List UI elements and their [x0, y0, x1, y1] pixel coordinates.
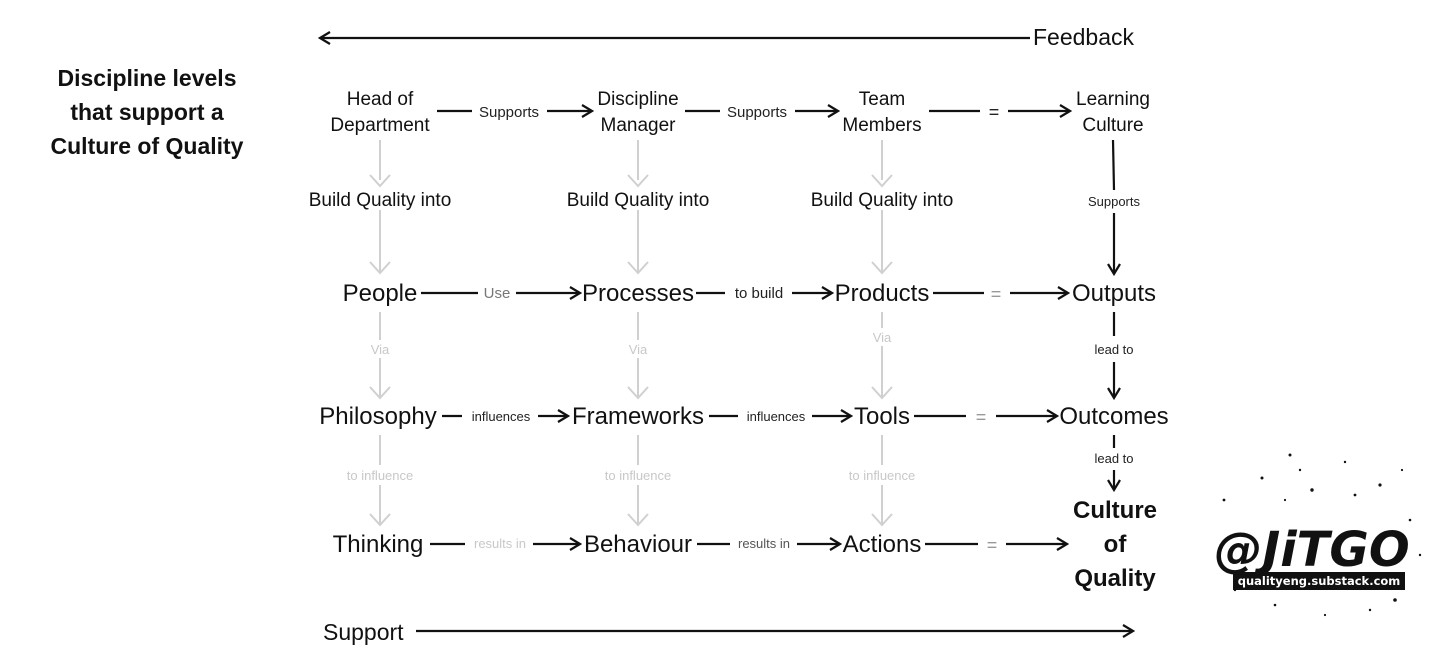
node-processes: Processes	[582, 280, 694, 307]
via-links: Via Via Via	[365, 312, 897, 400]
node-learning-culture-2: Culture	[1082, 115, 1143, 136]
node-team-members-1: Team	[859, 89, 905, 110]
node-outcomes: Outcomes	[1059, 403, 1168, 430]
node-thinking: Thinking	[333, 531, 424, 558]
edge-label-results-in-2: results in	[738, 536, 790, 551]
node-products: Products	[835, 280, 930, 307]
node-behaviour: Behaviour	[584, 531, 692, 558]
label-via-3: Via	[873, 330, 892, 345]
label-via-1: Via	[371, 342, 390, 357]
node-outputs: Outputs	[1072, 280, 1156, 307]
logo-handle: @JiTGO	[1214, 522, 1409, 578]
jitgo-logo: @JiTGO qualityeng.substack.com	[1214, 453, 1422, 617]
node-culture-of-quality-3: Quality	[1074, 565, 1156, 592]
edge-label-to-build: to build	[735, 285, 783, 302]
edge-label-influences-2: influences	[747, 409, 806, 424]
edge-label-lead-to-2: lead to	[1094, 451, 1133, 466]
to-influence-links: to influence to influence to influence	[335, 435, 927, 527]
node-actions: Actions	[843, 531, 922, 558]
row-deliverables: People Processes Products Outputs Use to…	[343, 280, 1156, 307]
feedback-label: Feedback	[1033, 24, 1135, 50]
node-discipline-manager-2: Manager	[601, 115, 677, 136]
node-culture-of-quality-2: of	[1104, 531, 1128, 558]
node-culture-of-quality-1: Culture	[1073, 497, 1157, 524]
edge-label-equals-1: =	[989, 102, 1000, 122]
node-tools: Tools	[854, 403, 910, 430]
support-label: Support	[323, 619, 404, 645]
row-approach: Philosophy Frameworks Tools Outcomes inf…	[319, 403, 1168, 430]
edge-label-supports-2: Supports	[727, 104, 787, 121]
node-head-of-department-2: Department	[330, 115, 430, 136]
logo-url: qualityeng.substack.com	[1238, 574, 1401, 588]
node-people: People	[343, 280, 418, 307]
edge-label-supports-1: Supports	[479, 104, 539, 121]
culture-of-quality-diagram: Discipline levels that support a Culture…	[51, 24, 1422, 645]
row-roles: Head of Department Discipline Manager Te…	[330, 89, 1150, 136]
edge-label-equals-2: =	[991, 284, 1002, 304]
edge-line	[1111, 139, 1116, 191]
row-behaviour: Thinking Behaviour Actions results in re…	[333, 497, 1157, 592]
node-philosophy: Philosophy	[319, 403, 436, 430]
label-via-2: Via	[629, 342, 648, 357]
title-line-2: that support a	[70, 99, 224, 125]
edge-label-equals-3: =	[976, 407, 987, 427]
title-line-1: Discipline levels	[58, 65, 237, 91]
label-build-quality-2: Build Quality into	[567, 190, 710, 211]
node-learning-culture-1: Learning	[1076, 89, 1150, 110]
label-to-influence-3: to influence	[849, 468, 916, 483]
edge-label-learning-supports: Supports	[1088, 194, 1141, 209]
node-frameworks: Frameworks	[572, 403, 704, 430]
edge-label-equals-4: =	[987, 535, 998, 555]
label-to-influence-1: to influence	[347, 468, 414, 483]
edge-label-lead-to-1: lead to	[1094, 342, 1133, 357]
label-build-quality-3: Build Quality into	[811, 190, 954, 211]
edge-label-results-in-1: results in	[474, 536, 526, 551]
label-build-quality-1: Build Quality into	[309, 190, 452, 211]
edge-label-use: Use	[484, 285, 511, 302]
title-line-3: Culture of Quality	[51, 133, 244, 159]
node-team-members-2: Members	[842, 115, 921, 136]
edge-label-influences-1: influences	[472, 409, 531, 424]
node-head-of-department-1: Head of	[347, 89, 414, 110]
build-quality-links: Build Quality into Build Quality into Bu…	[300, 140, 962, 275]
node-discipline-manager-1: Discipline	[597, 89, 678, 110]
label-to-influence-2: to influence	[605, 468, 672, 483]
